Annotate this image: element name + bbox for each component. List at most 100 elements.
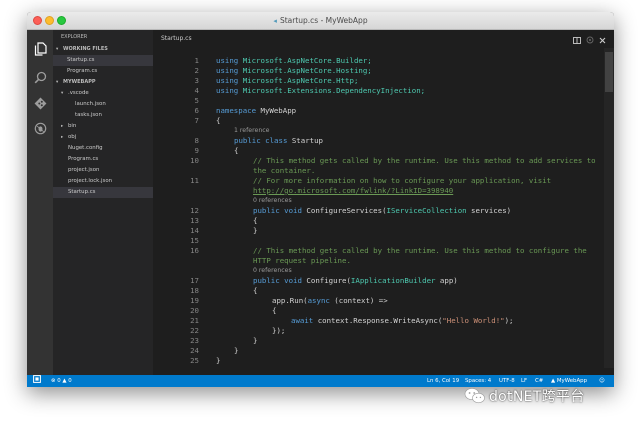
code-token: app.Run(	[272, 296, 308, 305]
line-number: 1	[194, 56, 199, 65]
watermark: dotNET跨平台	[464, 385, 585, 407]
line-number: 23	[190, 336, 199, 345]
line-number: 10	[190, 156, 199, 165]
line-number: 18	[190, 286, 199, 295]
file-item[interactable]: Nuget.config	[53, 143, 153, 154]
code-token: }	[253, 336, 258, 345]
code-token: await	[291, 316, 314, 325]
warning-count: 0	[68, 378, 72, 384]
line-number: 14	[190, 226, 199, 235]
title-bar: ◂ Startup.cs - MyWebApp	[27, 12, 614, 30]
explorer-title: EXPLORER	[61, 34, 88, 40]
working-file-item[interactable]: Startup.cs	[53, 55, 153, 66]
code-token: using	[216, 76, 239, 85]
code-token: Microsoft.Extensions.DependencyInjection…	[242, 86, 426, 95]
git-icon[interactable]	[31, 94, 49, 112]
open-changes-icon[interactable]	[586, 29, 594, 48]
close-editor-icon[interactable]	[599, 29, 606, 48]
code-token: {	[234, 146, 239, 155]
code-token: Startup	[291, 136, 324, 145]
folder-item-bin[interactable]: ▸ bin	[53, 121, 153, 132]
code-token: {	[272, 306, 277, 315]
line-number: 19	[190, 296, 199, 305]
codelens-references[interactable]: 0 references	[253, 266, 292, 276]
code-token: void	[284, 276, 302, 285]
feedback-smiley-icon[interactable]: ☺	[599, 375, 605, 387]
line-number: 21	[190, 316, 199, 325]
code-link[interactable]: http://go.microsoft.com/fwlink/?LinkID=3…	[253, 186, 453, 196]
explorer-icon[interactable]	[31, 40, 49, 58]
file-item[interactable]: Program.cs	[53, 154, 153, 165]
code-token: IApplicationBuilder	[350, 276, 436, 285]
code-comment: // This method gets called by the runtim…	[253, 156, 596, 165]
code-token: IServiceCollection	[386, 206, 467, 215]
code-token: public	[253, 276, 280, 285]
debug-icon[interactable]	[31, 119, 49, 137]
code-token: void	[284, 206, 302, 215]
line-number: 3	[194, 76, 199, 85]
watermark-text: dotNET跨平台	[489, 389, 585, 405]
chevron-down-icon: ▾	[56, 47, 59, 52]
code-token: using	[216, 56, 239, 65]
line-number: 7	[194, 116, 199, 125]
file-item[interactable]: project.json	[53, 165, 153, 176]
code-token: Configure(	[306, 276, 351, 285]
project-label: MYWEBAPP	[63, 79, 96, 85]
editor-scrollbar[interactable]	[604, 48, 614, 368]
codelens-references[interactable]: 1 reference	[234, 126, 269, 136]
status-project-icon[interactable]	[33, 375, 41, 387]
editor-window: ◂ Startup.cs - MyWebApp EXPLORER ▾ WORKI…	[27, 12, 614, 387]
folder-item-obj[interactable]: ▸ obj	[53, 132, 153, 143]
code-token: );	[504, 316, 514, 325]
chevron-down-icon: ▾	[56, 80, 59, 85]
project-header[interactable]: ▾ MYWEBAPP	[53, 77, 156, 88]
warning-icon: ▲	[62, 378, 67, 384]
file-item[interactable]: launch.json	[53, 99, 153, 110]
code-token: namespace	[216, 106, 257, 115]
code-token: app)	[435, 276, 458, 285]
code-token: using	[216, 66, 239, 75]
code-editor[interactable]: Startup.cs 1 using Microsoft.AspNetCore.B…	[153, 30, 614, 375]
activity-bar	[27, 30, 53, 375]
wechat-logo-icon	[464, 388, 485, 404]
working-file-item[interactable]: Program.cs	[53, 66, 153, 77]
file-item[interactable]: project.lock.json	[53, 176, 153, 187]
line-number: 2	[194, 66, 199, 75]
split-editor-icon[interactable]	[573, 29, 581, 48]
window-title-wrap: ◂ Startup.cs - MyWebApp	[27, 12, 614, 29]
window-title: Startup.cs - MyWebApp	[279, 16, 368, 25]
error-icon: ⊗	[51, 378, 56, 384]
code-token: }	[216, 356, 221, 365]
error-count: 0	[57, 378, 61, 384]
status-cursor-position[interactable]: Ln 6, Col 19	[427, 375, 459, 387]
codelens-references[interactable]: 0 references	[253, 196, 292, 206]
code-token: Microsoft.AspNetCore.Http;	[242, 76, 359, 85]
code-token: Microsoft.AspNetCore.Hosting;	[242, 66, 372, 75]
code-token: async	[307, 296, 330, 305]
line-number: 8	[194, 136, 199, 145]
working-files-header[interactable]: ▾ WORKING FILES	[53, 44, 156, 55]
file-item[interactable]: tasks.json	[53, 110, 153, 121]
editor-actions	[573, 33, 606, 44]
folder-label: obj	[68, 134, 77, 140]
csharp-file-icon: ◂	[273, 16, 277, 25]
code-token: {	[216, 116, 221, 125]
line-number: 11	[190, 176, 199, 185]
code-token: });	[272, 326, 286, 335]
code-token: ConfigureServices(	[306, 206, 387, 215]
code-string: "Hello World!"	[442, 316, 505, 325]
editor-title: Startup.cs	[161, 35, 192, 42]
code-token: (context) =>	[329, 296, 388, 305]
folder-item-vscode[interactable]: ▾ .vscode	[53, 88, 153, 99]
line-number: 22	[190, 326, 199, 335]
file-item-selected[interactable]: Startup.cs	[53, 187, 153, 198]
scrollbar-thumb[interactable]	[605, 52, 613, 92]
chevron-right-icon: ▸	[61, 135, 64, 140]
status-problems[interactable]: ⊗ 0 ▲ 0	[51, 375, 72, 387]
folder-label: .vscode	[68, 90, 89, 96]
folder-label: bin	[68, 123, 77, 129]
line-number: 5	[194, 96, 199, 105]
flame-icon: ▲	[551, 378, 556, 384]
code-token: }	[253, 226, 258, 235]
search-icon[interactable]	[31, 68, 49, 86]
